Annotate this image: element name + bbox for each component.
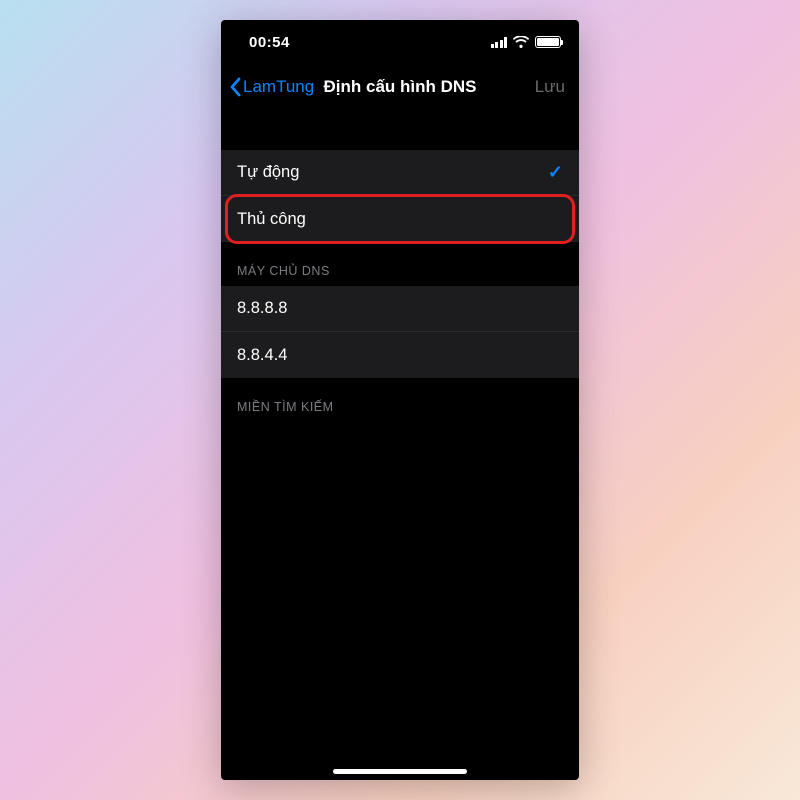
dns-servers-header: MÁY CHỦ DNS xyxy=(221,242,579,286)
phone-screen: 00:54 LamTung Định cấu hình DNS Lưu Tự đ… xyxy=(221,20,579,780)
dns-mode-auto[interactable]: Tự động ✓ xyxy=(221,150,579,196)
dns-mode-manual[interactable]: Thủ công xyxy=(221,196,579,242)
navigation-bar: LamTung Định cấu hình DNS Lưu xyxy=(221,64,579,110)
wifi-icon xyxy=(513,36,529,48)
spacer xyxy=(221,110,579,150)
dns-server-value: 8.8.8.8 xyxy=(237,299,287,318)
cellular-signal-icon xyxy=(491,37,508,48)
dns-server-value: 8.8.4.4 xyxy=(237,346,287,365)
status-bar: 00:54 xyxy=(221,20,579,64)
status-time: 00:54 xyxy=(249,34,290,51)
home-indicator[interactable] xyxy=(333,769,467,774)
checkmark-icon: ✓ xyxy=(548,162,563,183)
back-button[interactable]: LamTung xyxy=(229,77,314,97)
dns-servers-group: 8.8.8.8 8.8.4.4 xyxy=(221,286,579,378)
save-button[interactable]: Lưu xyxy=(535,77,565,97)
search-domains-header: MIỀN TÌM KIẾM xyxy=(221,378,579,422)
back-label: LamTung xyxy=(243,77,314,97)
cell-label: Thủ công xyxy=(237,210,306,229)
chevron-left-icon xyxy=(229,77,241,97)
cell-label: Tự động xyxy=(237,163,299,182)
dns-mode-group: Tự động ✓ Thủ công xyxy=(221,150,579,242)
status-icons xyxy=(491,36,562,48)
dns-server-row[interactable]: 8.8.4.4 xyxy=(221,332,579,378)
battery-icon xyxy=(535,36,561,48)
page-title: Định cấu hình DNS xyxy=(324,77,477,97)
dns-server-row[interactable]: 8.8.8.8 xyxy=(221,286,579,332)
